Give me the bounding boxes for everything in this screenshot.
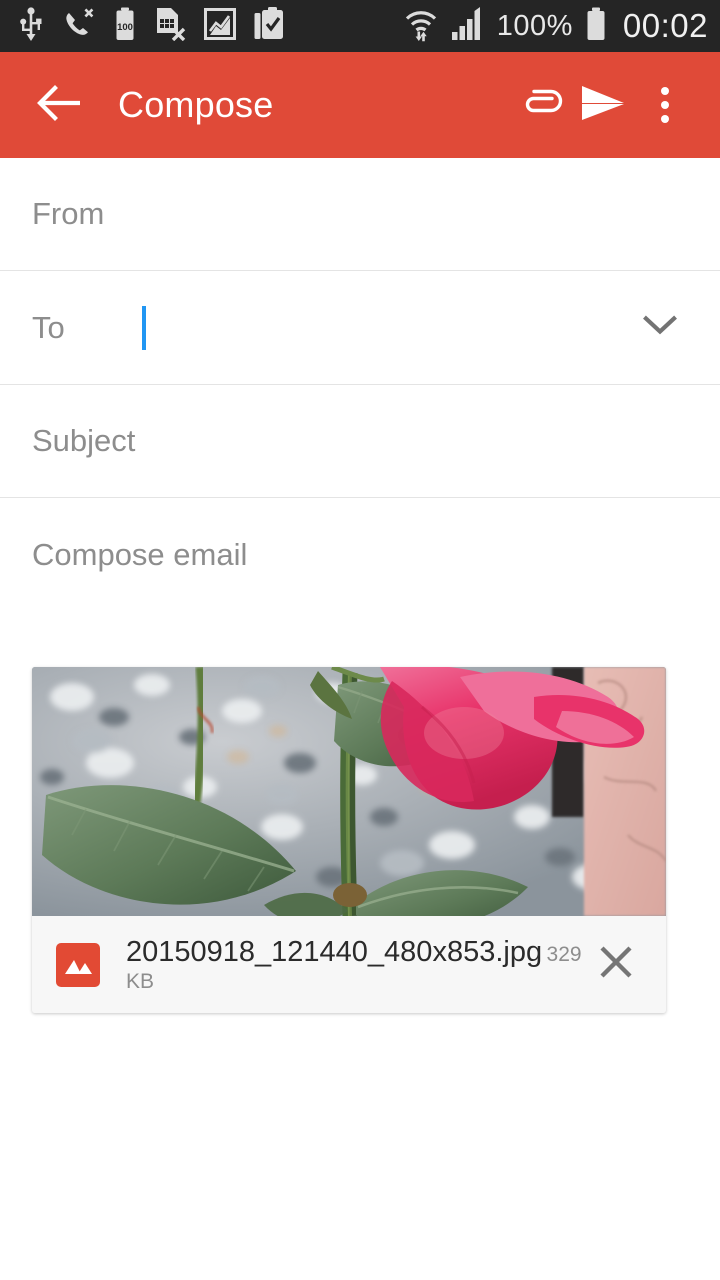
picture-icon	[204, 7, 236, 46]
close-icon	[596, 942, 636, 987]
to-field-row[interactable]: To	[0, 271, 720, 385]
from-field-row[interactable]: From	[0, 158, 720, 271]
battery-percent-label: 100%	[496, 9, 573, 42]
rose-photo	[32, 667, 666, 916]
clipboard-check-icon	[254, 6, 286, 46]
compose-form: From To Subject Compose email	[0, 158, 720, 611]
overflow-menu-icon	[661, 87, 669, 123]
battery-full-icon	[585, 7, 607, 46]
attach-button[interactable]	[510, 74, 572, 136]
usb-icon	[18, 6, 44, 46]
status-bar-clock: 00:02	[622, 7, 708, 44]
chevron-down-icon[interactable]	[640, 312, 680, 343]
wifi-transfer-icon	[403, 6, 439, 47]
page-title: Compose	[118, 84, 274, 125]
from-label: From	[32, 196, 105, 231]
paperclip-icon	[518, 80, 564, 131]
remove-attachment-button[interactable]	[588, 937, 644, 993]
sim-card-error-icon	[154, 7, 186, 46]
status-bar-right-icons: 100% 00:02	[403, 6, 708, 47]
attachment-file-name: 20150918_121440_480x853.jpg	[126, 935, 543, 968]
cellular-signal-icon	[451, 6, 485, 46]
status-bar-left-icons: 100	[18, 6, 403, 46]
send-button[interactable]	[572, 74, 634, 136]
image-file-icon	[56, 942, 100, 987]
body-field-row[interactable]: Compose email	[0, 498, 720, 611]
attachment-meta-row: 20150918_121440_480x853.jpg 329 KB	[32, 916, 666, 1013]
svg-text:100: 100	[117, 22, 133, 33]
app-bar: Compose	[0, 52, 720, 158]
body-placeholder: Compose email	[32, 536, 248, 572]
back-arrow-icon	[37, 83, 83, 128]
missed-call-icon	[62, 7, 96, 46]
to-input-caret	[142, 305, 146, 350]
attachment-card[interactable]: 20150918_121440_480x853.jpg 329 KB	[32, 667, 666, 1013]
subject-label: Subject	[32, 423, 136, 458]
status-bar: 100 100% 00:02	[0, 0, 720, 52]
send-icon	[578, 82, 628, 129]
overflow-menu-button[interactable]	[634, 74, 696, 136]
battery-100-icon: 100	[114, 7, 136, 46]
subject-field-row[interactable]: Subject	[0, 385, 720, 498]
to-label: To	[32, 309, 65, 345]
attachment-preview-image[interactable]	[32, 667, 666, 916]
back-button[interactable]	[34, 79, 86, 131]
attachment-text-wrap: 20150918_121440_480x853.jpg 329 KB	[126, 935, 588, 995]
